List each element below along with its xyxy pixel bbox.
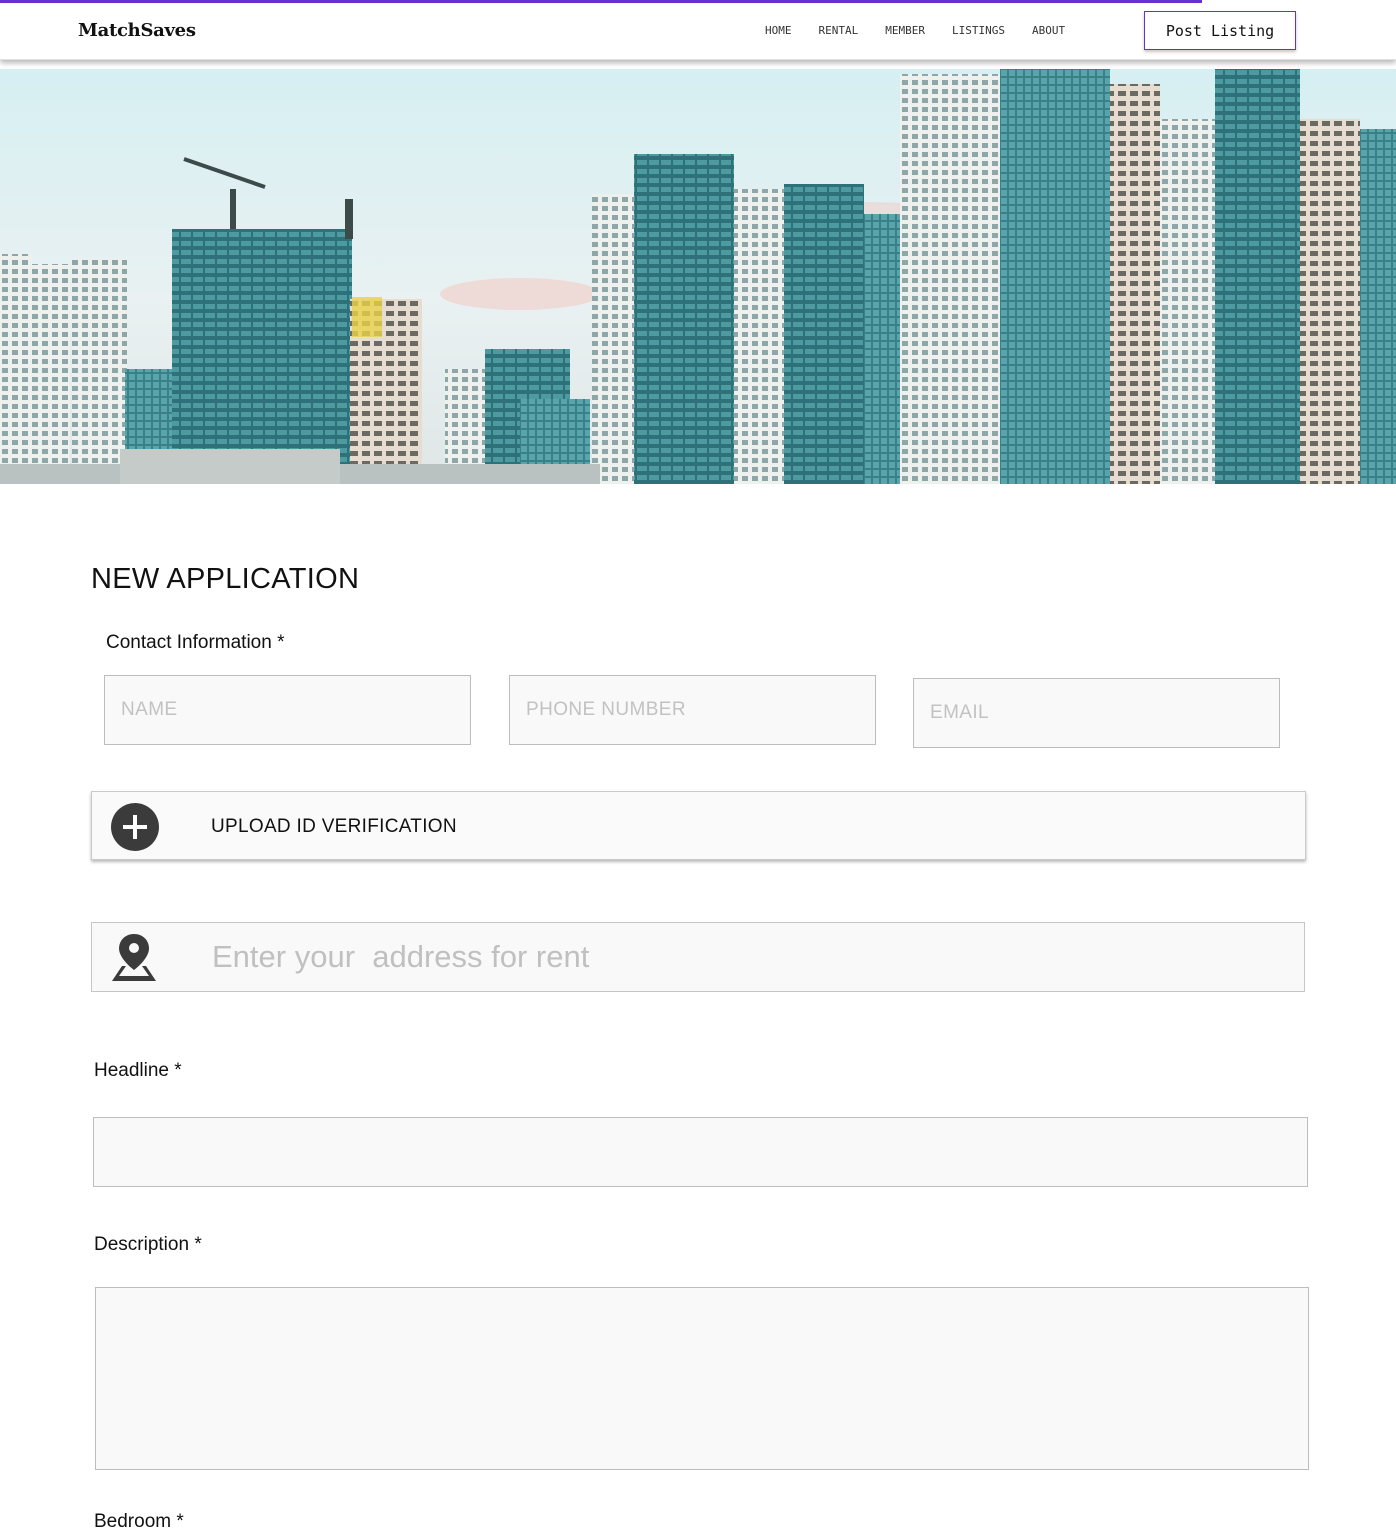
site-header: MatchSaves HOME RENTAL MEMBER LISTINGS A… [0, 0, 1396, 60]
contact-label: Contact Information * [106, 632, 285, 653]
brand-logo[interactable]: MatchSaves [78, 20, 196, 41]
page-title: NEW APPLICATION [91, 563, 360, 595]
name-input[interactable] [104, 675, 471, 745]
upload-id-button[interactable]: UPLOAD ID VERIFICATION [91, 791, 1306, 860]
description-textarea[interactable] [95, 1287, 1309, 1470]
post-listing-button[interactable]: Post Listing [1144, 11, 1296, 50]
description-label: Description * [94, 1234, 202, 1255]
plus-circle-icon [111, 803, 159, 851]
main-nav: HOME RENTAL MEMBER LISTINGS ABOUT [765, 24, 1092, 37]
nav-member[interactable]: MEMBER [885, 24, 925, 37]
nav-listings[interactable]: LISTINGS [952, 24, 1005, 37]
address-input[interactable] [212, 931, 1292, 983]
city-skyline-illustration [0, 69, 1396, 484]
nav-about[interactable]: ABOUT [1032, 24, 1065, 37]
map-pin-icon [112, 934, 156, 981]
nav-home[interactable]: HOME [765, 24, 792, 37]
phone-input[interactable] [509, 675, 876, 745]
upload-id-label: UPLOAD ID VERIFICATION [211, 816, 457, 837]
headline-label: Headline * [94, 1060, 182, 1081]
email-input[interactable] [913, 678, 1280, 748]
nav-rental[interactable]: RENTAL [819, 24, 859, 37]
hero-image [0, 69, 1396, 484]
address-field [91, 922, 1305, 992]
bedroom-label: Bedroom * [94, 1511, 184, 1530]
headline-input[interactable] [93, 1117, 1308, 1187]
top-accent-line [0, 0, 1202, 3]
